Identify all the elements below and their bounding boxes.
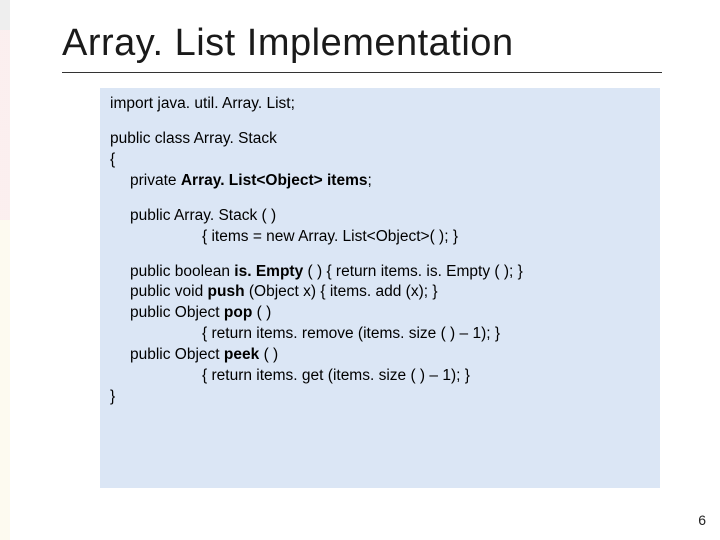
code-text: public Object: [130, 346, 224, 363]
code-line: public void push (Object x) { items. add…: [110, 282, 650, 303]
code-bold: push: [208, 283, 245, 300]
code-line: private Array. List<Object> items;: [110, 171, 650, 192]
slide-title: Array. List Implementation: [62, 22, 514, 65]
code-block: import java. util. Array. List; public c…: [100, 88, 660, 488]
code-text: ( ) { return items. is. Empty ( ); }: [303, 263, 523, 280]
code-text: ( ): [259, 346, 278, 363]
accent-stripe: [0, 0, 10, 540]
code-line: { items = new Array. List<Object>( ); }: [110, 227, 650, 248]
code-bold: peek: [224, 346, 259, 363]
code-line: public Object peek ( ): [110, 345, 650, 366]
code-text: public boolean: [130, 263, 234, 280]
title-underline: [62, 72, 662, 73]
code-text: ;: [368, 172, 372, 189]
code-text: public void: [130, 283, 208, 300]
code-line: public boolean is. Empty ( ) { return it…: [110, 262, 650, 283]
code-line: import java. util. Array. List;: [110, 95, 295, 112]
code-line: }: [110, 388, 115, 405]
code-line: { return items. get (items. size ( ) – 1…: [110, 366, 650, 387]
code-text: ( ): [252, 304, 271, 321]
code-line: public Array. Stack ( ): [110, 206, 650, 227]
code-line: public class Array. Stack: [110, 130, 277, 147]
code-line: public Object pop ( ): [110, 303, 650, 324]
page-number: 6: [698, 512, 706, 528]
code-bold: Array. List<Object> items: [181, 172, 368, 189]
code-bold: pop: [224, 304, 252, 321]
code-text: public Object: [130, 304, 224, 321]
code-line: {: [110, 151, 115, 168]
code-text: private: [130, 172, 181, 189]
code-text: (Object x) { items. add (x); }: [245, 283, 438, 300]
code-bold: is. Empty: [234, 263, 303, 280]
code-line: { return items. remove (items. size ( ) …: [110, 324, 650, 345]
slide: Array. List Implementation import java. …: [0, 0, 720, 540]
